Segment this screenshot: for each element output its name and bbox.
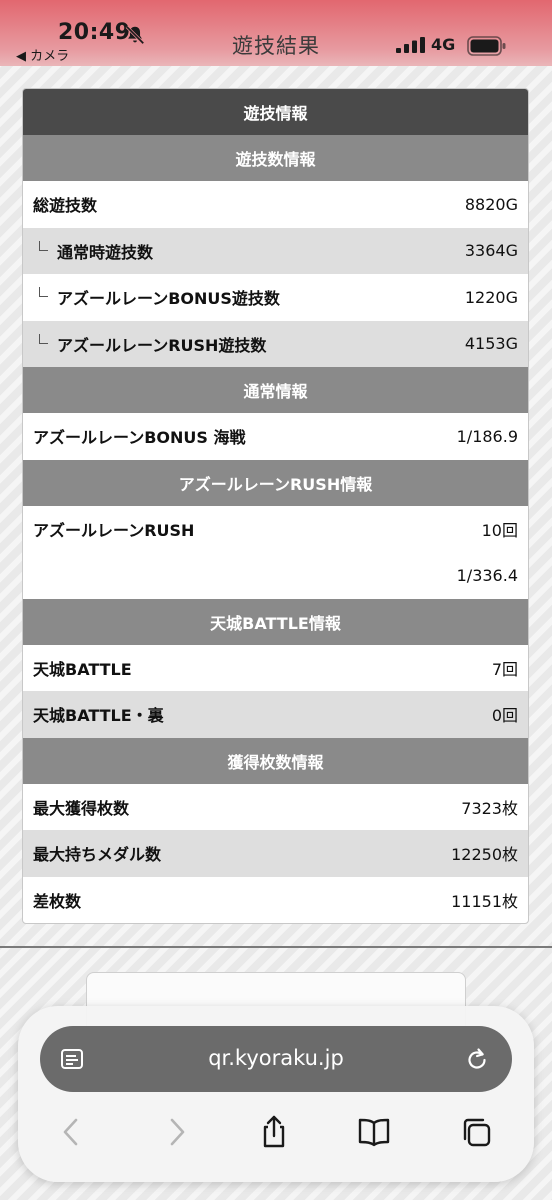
- row-value: 7323枚: [461, 798, 518, 818]
- address-bar[interactable]: qr.kyoraku.jp: [40, 1026, 512, 1092]
- row-value: 1220G: [464, 287, 518, 307]
- row-label: 最大獲得枚数: [33, 798, 130, 818]
- browser-toolbar: qr.kyoraku.jp: [18, 1006, 534, 1182]
- table-row: 天城BATTLE 7回: [23, 645, 528, 692]
- page-divider: [0, 946, 552, 948]
- table-row: 差枚数 11151枚: [23, 877, 528, 924]
- battery-icon: [467, 36, 507, 56]
- table-row: 通常時遊技数 3364G: [23, 227, 528, 274]
- table-row: 総遊技数 8820G: [23, 181, 528, 228]
- forward-icon[interactable]: [158, 1114, 194, 1150]
- row-label: 天城BATTLE・裏: [33, 706, 164, 726]
- row-label: アズールレーンBONUS遊技数: [33, 285, 280, 309]
- back-icon[interactable]: [54, 1114, 90, 1150]
- row-value: 3364G: [464, 241, 518, 261]
- section-header: 通常情報: [23, 367, 528, 413]
- row-label: 通常時遊技数: [33, 239, 153, 263]
- panel-title: 遊技情報: [23, 89, 528, 135]
- table-row: アズールレーンRUSH遊技数 4153G: [23, 320, 528, 367]
- table-row: アズールレーンRUSH 10回: [23, 506, 528, 553]
- row-label: 天城BATTLE: [33, 659, 132, 679]
- table-row: 天城BATTLE・裏 0回: [23, 691, 528, 738]
- signal-icon: [396, 37, 426, 53]
- row-label: アズールレーンBONUS 海戦: [33, 428, 246, 448]
- status-bar: 20:49 ◀ カメラ 遊技結果 4G: [0, 0, 552, 66]
- row-value: 12250枚: [451, 845, 518, 865]
- network-type: 4G: [431, 35, 456, 54]
- row-label: 総遊技数: [33, 196, 98, 216]
- row-value: 11151枚: [451, 891, 518, 911]
- row-label: 最大持ちメダル数: [33, 845, 162, 865]
- section-header: アズールレーンRUSH情報: [23, 459, 528, 506]
- play-info-panel: 遊技情報 遊技数情報 総遊技数 8820G 通常時遊技数 3364G アズールレ…: [22, 88, 529, 924]
- table-row: アズールレーンBONUS 海戦 1/186.9: [23, 413, 528, 460]
- row-label: 差枚数: [33, 891, 82, 911]
- row-label: アズールレーンRUSH: [33, 520, 195, 540]
- row-value: 1/186.9: [456, 426, 518, 446]
- table-row: 1/336.4: [23, 552, 528, 599]
- row-value: 7回: [491, 659, 518, 679]
- table-row: 最大獲得枚数 7323枚: [23, 784, 528, 831]
- table-row: アズールレーンBONUS遊技数 1220G: [23, 274, 528, 321]
- table-row: 最大持ちメダル数 12250枚: [23, 830, 528, 877]
- row-value: 1/336.4: [456, 565, 518, 585]
- row-value: 4153G: [464, 334, 518, 354]
- tabs-icon[interactable]: [458, 1114, 494, 1150]
- section-header: 獲得枚数情報: [23, 737, 528, 784]
- url-text[interactable]: qr.kyoraku.jp: [40, 1046, 512, 1070]
- section-header: 遊技数情報: [23, 135, 528, 181]
- section-header: 天城BATTLE情報: [23, 598, 528, 645]
- row-value: 8820G: [464, 194, 518, 214]
- row-value: 10回: [481, 520, 518, 540]
- row-value: 0回: [491, 706, 518, 726]
- row-label: アズールレーンRUSH遊技数: [33, 332, 266, 356]
- share-icon[interactable]: [256, 1114, 292, 1150]
- bookmarks-icon[interactable]: [356, 1114, 392, 1150]
- reload-icon[interactable]: [464, 1046, 490, 1072]
